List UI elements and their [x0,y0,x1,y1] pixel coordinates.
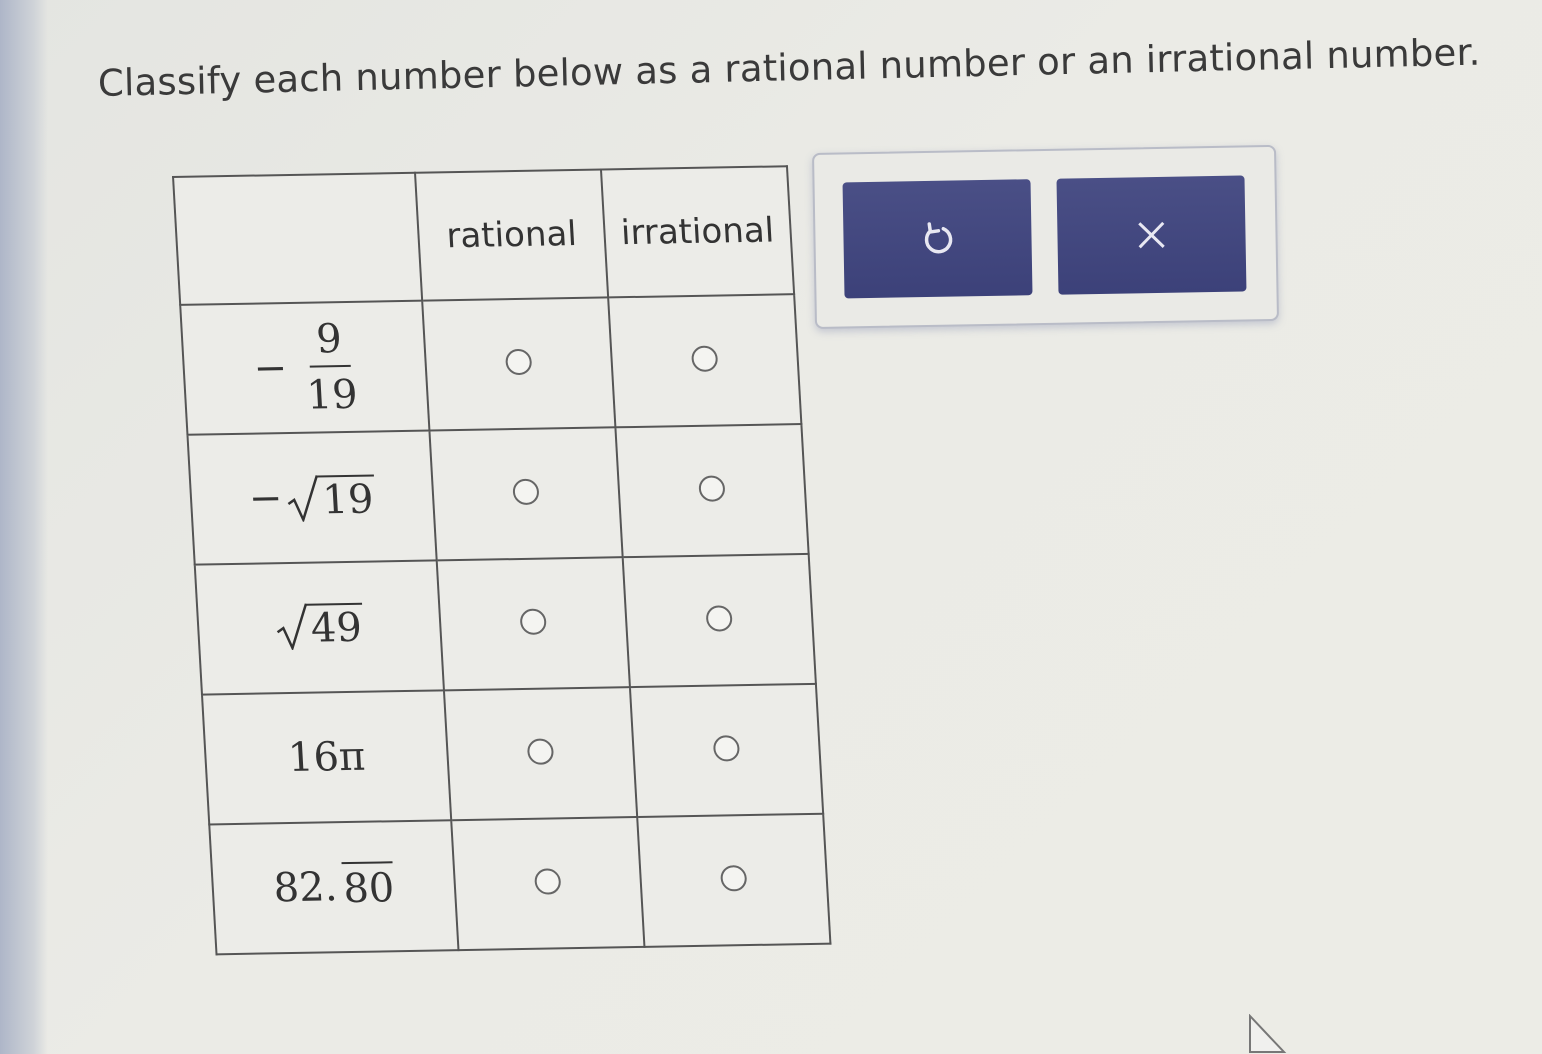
table-row: 16π [201,683,824,825]
radio-button[interactable] [533,868,562,895]
close-icon [1138,221,1165,249]
minus-sign: − [247,475,284,522]
repeating-decimal-value: 82. 80 [272,861,396,913]
radio-button[interactable] [698,475,726,502]
irrational-radio-cell[interactable] [637,813,831,947]
square-root: 49 [273,601,366,652]
clear-button[interactable] [1056,175,1247,295]
negative-square-root-value: − 19 [248,473,377,523]
classification-table: rational irrational − 9 19 − 19 49 16π 8… [172,165,832,956]
action-panel [812,144,1280,329]
radio-button[interactable] [712,735,741,762]
minus-sign: − [252,345,289,392]
number-cell: 16π [201,690,452,825]
fraction-numerator: 9 [307,316,352,368]
irrational-radio-cell[interactable] [629,683,824,817]
number-cell: 49 [194,560,444,695]
radio-button[interactable] [512,478,540,506]
column-header-irrational: irrational [600,166,795,298]
column-header-rational: rational [415,169,609,301]
decimal-integer-part: 82. [272,864,339,912]
rational-radio-cell[interactable] [429,427,623,561]
fraction-denominator: 19 [305,371,359,419]
mouse-pointer-icon [1249,1014,1287,1053]
radio-button[interactable] [519,608,547,635]
radio-button[interactable] [705,605,733,632]
table-corner-cell [173,172,423,305]
screen-edge [0,0,48,1054]
pi-multiple-value: 16π [286,733,367,782]
rational-radio-cell[interactable] [451,816,645,951]
irrational-radio-cell[interactable] [608,294,802,428]
undo-button[interactable] [842,179,1033,299]
number-cell: − 9 19 [180,300,430,435]
radio-button[interactable] [504,348,533,376]
radical-sign-icon [287,475,319,523]
table-row: − 9 19 [180,294,802,435]
rational-radio-cell[interactable] [422,297,616,431]
fraction-value: − 9 19 [251,316,359,419]
question-prompt: Classify each number below as a rational… [97,30,1481,105]
number-cell: − 19 [187,430,437,565]
rational-radio-cell[interactable] [443,687,638,821]
number-cell: 82. 80 [209,820,459,955]
irrational-radio-cell[interactable] [622,553,816,688]
repeating-digits: 80 [341,861,396,913]
table-row: 49 [194,553,816,695]
square-root: 19 [285,473,377,523]
fraction: 9 19 [302,316,359,419]
table-row: − 19 [187,424,809,565]
radio-button[interactable] [690,345,719,372]
table-header-row: rational irrational [173,166,795,305]
table-row: 82. 80 [209,813,831,955]
square-root-value: 49 [273,601,366,652]
radicand: 19 [317,474,377,523]
undo-icon [924,222,953,254]
classification-table-container: rational irrational − 9 19 − 19 49 16π 8… [172,165,832,956]
radio-button[interactable] [719,865,748,892]
rational-radio-cell[interactable] [436,557,630,691]
radical-sign-icon [276,603,307,651]
radio-button[interactable] [526,738,555,765]
radicand: 49 [305,602,366,652]
irrational-radio-cell[interactable] [615,424,809,558]
